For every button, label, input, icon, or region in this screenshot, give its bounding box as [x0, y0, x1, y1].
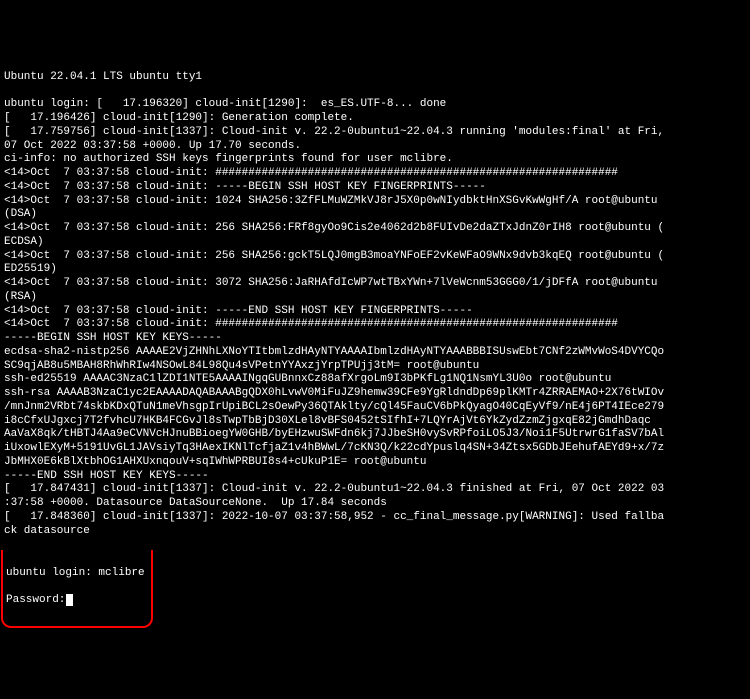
- log-line: /mnJnm2VRbt74skbKDxQTuN1meVhsgpIrUpiBCL2…: [4, 401, 746, 415]
- log-line: <14>Oct 7 03:37:58 cloud-init: #########…: [4, 318, 746, 332]
- log-line: <14>Oct 7 03:37:58 cloud-init: 256 SHA25…: [4, 222, 746, 236]
- log-line: iUxowlEXyM+5191UvGL1JAVsiyTq3HAexIKNlTcf…: [4, 442, 746, 456]
- login-prompt: ubuntu login:: [6, 567, 98, 579]
- log-line: <14>Oct 7 03:37:58 cloud-init: 3072 SHA2…: [4, 277, 746, 291]
- log-line: <14>Oct 7 03:37:58 cloud-init: -----BEGI…: [4, 181, 746, 195]
- log-line: (DSA): [4, 208, 746, 222]
- log-line: [ 17.847431] cloud-init[1337]: Cloud-ini…: [4, 483, 746, 497]
- terminal-output: Ubuntu 22.04.1 LTS ubuntu tty1 ubuntu lo…: [0, 55, 750, 630]
- log-line: ssh-ed25519 AAAAC3NzaC1lZDI1NTE5AAAAINgq…: [4, 373, 746, 387]
- log-line: <14>Oct 7 03:37:58 cloud-init: #########…: [4, 167, 746, 181]
- log-line: -----END SSH HOST KEY KEYS-----: [4, 470, 746, 484]
- log-line: ubuntu login: [ 17.196320] cloud-init[12…: [4, 98, 746, 112]
- log-line: <14>Oct 7 03:37:58 cloud-init: 256 SHA25…: [4, 250, 746, 264]
- log-line: AaVaX8qk/tHBTJ4Aa9eCVNVcHJnuBBioegYW0GHB…: [4, 428, 746, 442]
- log-line: ecdsa-sha2-nistp256 AAAAE2VjZHNhLXNoYTIt…: [4, 346, 746, 360]
- log-line: (RSA): [4, 291, 746, 305]
- log-line: :37:58 +0000. Datasource DataSourceNone.…: [4, 497, 746, 511]
- log-line: i8cCfxUJgxcj7T2fvhcU7HKB4FCGvJl8sTwpTbBj…: [4, 415, 746, 429]
- system-header: Ubuntu 22.04.1 LTS ubuntu tty1: [4, 71, 746, 85]
- log-line: [ 17.848360] cloud-init[1337]: 2022-10-0…: [4, 511, 746, 525]
- cursor[interactable]: [66, 594, 73, 606]
- log-line: 07 Oct 2022 03:37:58 +0000. Up 17.70 sec…: [4, 140, 746, 154]
- log-line: ci-info: no authorized SSH keys fingerpr…: [4, 153, 746, 167]
- login-line: ubuntu login: mclibre: [6, 567, 145, 581]
- log-line: [ 17.759756] cloud-init[1337]: Cloud-ini…: [4, 126, 746, 140]
- log-line: SC9qjAB8u5MBAH8RhWhRIw4NSOwL84L98Qu4sVPe…: [4, 360, 746, 374]
- log-line: JbMHX0E6kBlXtbhOG1AHXUxnqouV+sqIWhWPRBUI…: [4, 456, 746, 470]
- log-line: [ 17.196426] cloud-init[1290]: Generatio…: [4, 112, 746, 126]
- log-line: ck datasource: [4, 525, 746, 539]
- password-line: Password:: [6, 594, 145, 608]
- log-line: ECDSA): [4, 236, 746, 250]
- login-highlight: ubuntu login: mclibre Password:: [1, 550, 153, 628]
- password-label: Password:: [6, 594, 65, 606]
- boot-log: ubuntu login: [ 17.196320] cloud-init[12…: [4, 98, 746, 538]
- log-line: -----BEGIN SSH HOST KEY KEYS-----: [4, 332, 746, 346]
- log-line: ED25519): [4, 263, 746, 277]
- log-line: <14>Oct 7 03:37:58 cloud-init: 1024 SHA2…: [4, 195, 746, 209]
- login-username[interactable]: mclibre: [98, 567, 144, 579]
- log-line: ssh-rsa AAAAB3NzaC1yc2EAAAADAQABAAABgQDX…: [4, 387, 746, 401]
- log-line: <14>Oct 7 03:37:58 cloud-init: -----END …: [4, 305, 746, 319]
